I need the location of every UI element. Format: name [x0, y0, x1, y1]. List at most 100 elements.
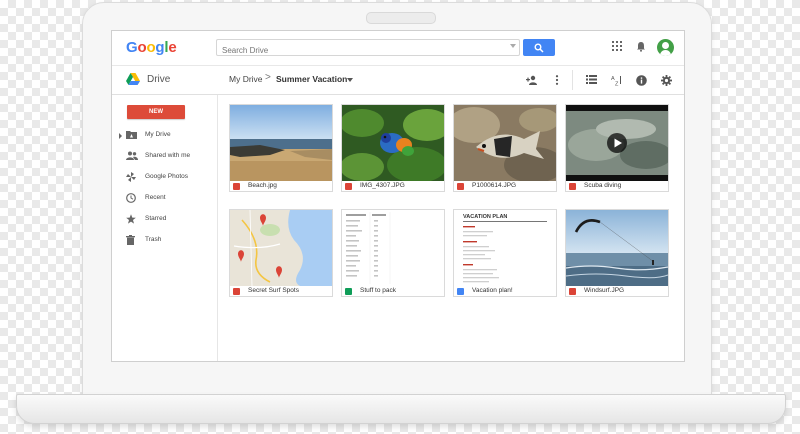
- file-footer: Stuff to pack: [342, 286, 444, 298]
- file-card-scuba-diving[interactable]: Scuba diving: [565, 104, 669, 192]
- file-footer: Windsurf.JPG: [566, 286, 668, 298]
- beach-photo: [230, 105, 332, 181]
- file-name: IMG_4307.JPG: [360, 182, 405, 189]
- settings-icon[interactable]: [661, 75, 672, 86]
- drive-logo-icon[interactable]: [126, 73, 140, 85]
- file-thumbnail: [230, 210, 332, 286]
- trash-icon: [126, 235, 135, 245]
- file-footer: IMG_4307.JPG: [342, 181, 444, 193]
- file-card-stuff-to-pack[interactable]: Stuff to pack: [341, 209, 445, 297]
- file-name: Windsurf.JPG: [584, 287, 625, 294]
- sidebar-item-starred[interactable]: Starred: [112, 211, 216, 227]
- toolbar-divider: [572, 70, 573, 90]
- document-preview: [463, 221, 547, 283]
- file-name: Stuff to pack: [360, 287, 397, 294]
- sidebar-item-label: Starred: [145, 215, 167, 222]
- sidebar-item-my-drive[interactable]: My Drive: [112, 127, 216, 143]
- add-person-icon[interactable]: [526, 75, 538, 85]
- people-icon: [126, 151, 138, 160]
- sidebar: NEW My Drive Shared with me Google Photo…: [112, 95, 218, 361]
- file-thumbnail: [566, 105, 668, 181]
- list-view-icon[interactable]: [586, 75, 597, 84]
- expand-arrow-icon[interactable]: [119, 133, 122, 139]
- fish-photo: [454, 105, 556, 181]
- logo-letter: e: [168, 39, 177, 56]
- image-file-icon: [345, 183, 352, 190]
- file-name: Secret Surf Spots: [248, 287, 299, 294]
- file-footer: Scuba diving: [566, 181, 668, 193]
- file-thumbnail: [342, 210, 444, 286]
- file-card-img-4307[interactable]: IMG_4307.JPG: [341, 104, 445, 192]
- sidebar-item-label: Trash: [145, 236, 162, 243]
- search-button[interactable]: [523, 39, 555, 56]
- file-card-windsurf[interactable]: Windsurf.JPG: [565, 209, 669, 297]
- image-file-icon: [569, 288, 576, 295]
- google-logo[interactable]: Google: [126, 39, 177, 56]
- file-card-secret-surf-spots[interactable]: Secret Surf Spots: [229, 209, 333, 297]
- map-file-icon: [233, 288, 240, 295]
- apps-icon[interactable]: [612, 41, 622, 51]
- video-file-icon: [569, 183, 576, 190]
- drive-folder-icon: [126, 131, 137, 139]
- svg-text:Z: Z: [615, 82, 619, 87]
- logo-letter: G: [126, 39, 138, 56]
- file-thumbnail: [454, 105, 556, 181]
- file-footer: Beach.jpg: [230, 181, 332, 193]
- file-thumbnail: [230, 105, 332, 181]
- search-options-icon[interactable]: [510, 44, 516, 48]
- laptop-base: [16, 394, 786, 424]
- spreadsheet-preview: [342, 210, 444, 286]
- breadcrumb-current-folder[interactable]: Summer Vacation: [276, 74, 347, 84]
- file-footer: P1000614.JPG: [454, 181, 556, 193]
- sidebar-item-google-photos[interactable]: Google Photos: [112, 169, 216, 185]
- file-footer: Secret Surf Spots: [230, 286, 332, 298]
- parrot-photo: [342, 105, 444, 181]
- breadcrumb-my-drive[interactable]: My Drive: [229, 74, 263, 84]
- star-icon: [126, 214, 136, 224]
- drive-title[interactable]: Drive: [147, 74, 170, 85]
- top-bar: Google: [112, 31, 684, 66]
- more-vert-icon[interactable]: [555, 75, 559, 85]
- notifications-icon[interactable]: [636, 41, 646, 52]
- image-file-icon: [457, 183, 464, 190]
- drive-screen: Google Search Drive Drive My Drive > Sum…: [111, 30, 685, 362]
- account-avatar[interactable]: [657, 39, 674, 56]
- sidebar-item-label: My Drive: [145, 131, 171, 138]
- play-icon[interactable]: [606, 132, 628, 154]
- file-name: Scuba diving: [584, 182, 622, 189]
- file-card-p1000614[interactable]: P1000614.JPG: [453, 104, 557, 192]
- docs-file-icon: [457, 288, 464, 295]
- sidebar-item-shared-with-me[interactable]: Shared with me: [112, 148, 216, 164]
- info-icon[interactable]: [636, 75, 647, 86]
- sidebar-item-label: Google Photos: [145, 173, 189, 180]
- file-footer: Vacation plan!: [454, 286, 556, 298]
- avatar-body: [660, 50, 671, 56]
- map-thumbnail: [230, 210, 332, 286]
- file-thumbnail: [566, 210, 668, 286]
- file-grid: Beach.jpg IMG_4307.JPG P1000614.JPG Scub…: [218, 95, 684, 361]
- avatar-head: [662, 42, 669, 49]
- image-file-icon: [233, 183, 240, 190]
- webcam-notch: [366, 12, 436, 24]
- file-card-vacation-plan[interactable]: VACATION PLAN Vacation plan!: [453, 209, 557, 297]
- file-thumbnail: [342, 105, 444, 181]
- search-icon: [534, 43, 544, 53]
- file-name: Beach.jpg: [248, 182, 277, 189]
- file-card-beach[interactable]: Beach.jpg: [229, 104, 333, 192]
- sheets-file-icon: [345, 288, 352, 295]
- sort-az-icon[interactable]: A Z: [611, 75, 622, 86]
- folder-menu-caret-icon[interactable]: [347, 78, 353, 82]
- file-name: P1000614.JPG: [472, 182, 517, 189]
- sidebar-item-trash[interactable]: Trash: [112, 232, 216, 248]
- sidebar-item-recent[interactable]: Recent: [112, 190, 216, 206]
- breadcrumb-separator: >: [265, 72, 271, 83]
- search-input[interactable]: [217, 43, 512, 58]
- sidebar-item-label: Recent: [145, 194, 166, 201]
- file-name: Vacation plan!: [472, 287, 513, 294]
- search-box: [216, 39, 520, 58]
- file-thumbnail: VACATION PLAN: [454, 210, 556, 286]
- clock-icon: [126, 193, 136, 203]
- pinwheel-icon: [126, 172, 136, 182]
- new-button[interactable]: NEW: [127, 105, 185, 119]
- drive-toolbar: Drive My Drive > Summer Vacation A Z: [112, 66, 684, 95]
